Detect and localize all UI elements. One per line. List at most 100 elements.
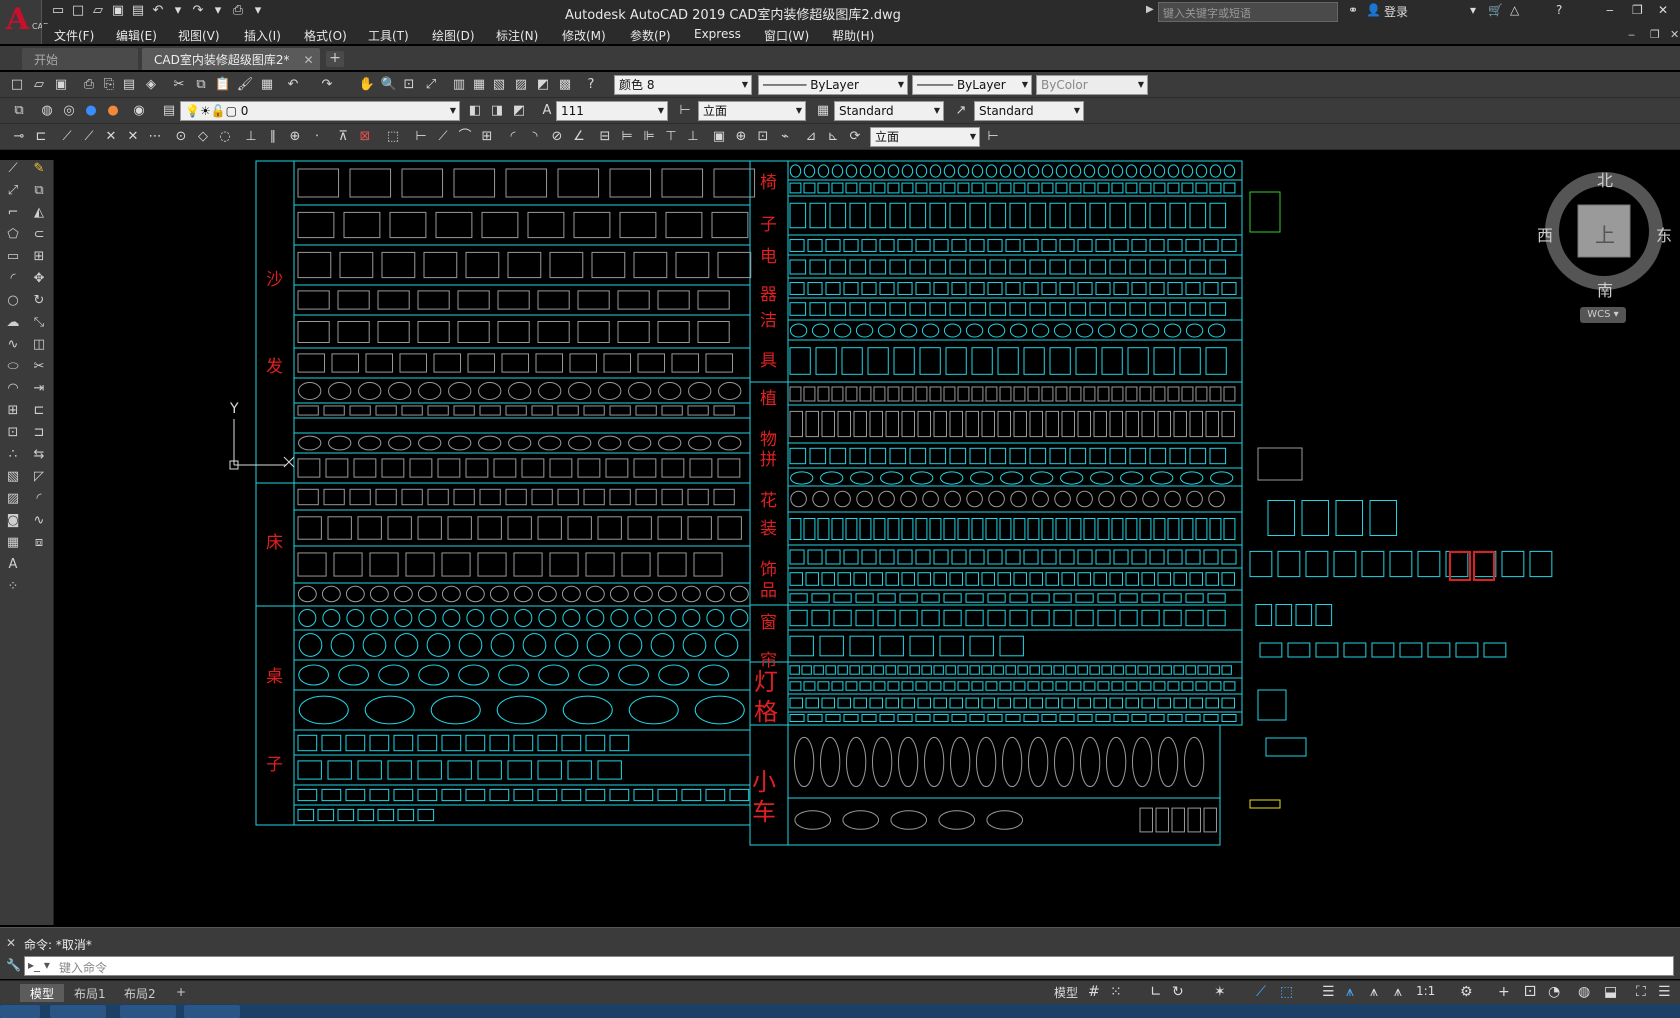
circle-icon[interactable]: ○ — [4, 292, 22, 310]
mirror-icon[interactable]: ◭ — [30, 204, 48, 222]
binoculars-icon[interactable]: ⚭ — [1348, 3, 1358, 17]
units-icon[interactable]: ⚀ — [1524, 984, 1536, 1000]
rectangle-icon[interactable]: ▭ — [4, 248, 22, 266]
text-style-combo[interactable]: 111 ▼ — [556, 101, 668, 121]
polygon-icon[interactable]: ⬠ — [4, 226, 22, 244]
render-icon[interactable]: ◉ — [130, 102, 148, 120]
offset-icon[interactable]: ⊂ — [30, 226, 48, 244]
help-icon[interactable]: ? — [1556, 3, 1562, 17]
dim-continue-icon[interactable]: ⊫ — [640, 128, 658, 146]
menu-insert[interactable]: 插入(I) — [244, 27, 281, 44]
chamfer-icon[interactable]: ◸ — [30, 468, 48, 486]
grid-icon[interactable]: # — [1088, 984, 1100, 1000]
snap-icon[interactable]: ⁙ — [1110, 984, 1122, 1000]
layout-tab-2[interactable]: 布局2 — [114, 984, 166, 1002]
trim-icon[interactable]: ✂ — [30, 358, 48, 376]
cmd-close-icon[interactable]: ✕ — [6, 936, 16, 950]
explode-icon[interactable]: ⧈ — [30, 534, 48, 552]
insert-block-icon[interactable]: ⊞ — [4, 402, 22, 420]
new-icon[interactable]: □ — [70, 3, 86, 19]
tool-palettes-icon[interactable]: ▧ — [490, 76, 508, 94]
fillet-icon[interactable]: ◜ — [30, 490, 48, 508]
object-snap-tracking-icon[interactable]: ⟋ — [1256, 984, 1266, 1000]
break-point-icon[interactable]: ⊏ — [30, 402, 48, 420]
doc-minimize-icon[interactable]: ‒ — [1628, 28, 1635, 41]
tolerance-icon[interactable]: ▣ — [710, 128, 728, 146]
menu-edit[interactable]: 编辑(E) — [116, 27, 157, 44]
multileader-style-icon[interactable]: ↗ — [952, 102, 970, 120]
copy-icon[interactable]: ⧉ — [192, 76, 210, 94]
xline-icon[interactable]: ⤢ — [4, 182, 22, 200]
taskbar-item[interactable] — [184, 1005, 240, 1018]
undo-icon[interactable]: ↶ — [150, 3, 166, 19]
dim-style-manager-icon[interactable]: ⊢ — [984, 128, 1002, 146]
spline-icon[interactable]: ∿ — [4, 336, 22, 354]
make-current-layer-icon[interactable]: ◧ — [466, 102, 484, 120]
ortho-icon[interactable]: ∟ — [1150, 984, 1162, 1000]
sheet-set-icon[interactable]: ▨ — [512, 76, 530, 94]
doc-restore-icon[interactable]: ❐ — [1650, 28, 1660, 41]
command-prompt-icon[interactable]: ▸_ ▾ — [28, 958, 50, 972]
viewcube-top-face[interactable]: 上 — [1595, 219, 1615, 248]
menu-draw[interactable]: 绘图(D) — [432, 27, 475, 44]
polar-icon[interactable]: ↻ — [1172, 984, 1184, 1000]
clean-screen-icon[interactable]: ⬓ — [1604, 984, 1617, 1000]
blend-icon[interactable]: ∿ — [30, 512, 48, 530]
lineweight-combo[interactable]: ───── ByLayer ▼ — [912, 75, 1032, 95]
dim-style-combo-2[interactable]: 立面 ▼ — [870, 127, 980, 147]
snap-perpendicular-icon[interactable]: ⊥ — [242, 128, 260, 146]
auto-scale-icon[interactable]: ⩚ — [1370, 984, 1378, 1000]
isolate-objects-icon[interactable]: ◔ — [1548, 984, 1560, 1000]
realistic-icon[interactable]: ● — [82, 102, 100, 120]
region-icon[interactable]: ◙ — [4, 512, 22, 530]
markup-icon[interactable]: ◩ — [534, 76, 552, 94]
design-center-icon[interactable]: ▦ — [470, 76, 488, 94]
color-combo[interactable]: 颜色 8 ▼ — [614, 75, 752, 95]
customize-qa-icon[interactable]: ▾ — [250, 3, 266, 19]
exchange-icon[interactable]: △ — [1510, 3, 1519, 17]
layer-properties-icon[interactable]: ⧉ — [10, 102, 28, 120]
dim-diameter-icon[interactable]: ⊘ — [548, 128, 566, 146]
saveas-icon[interactable]: ▤ — [130, 3, 146, 19]
pan-icon[interactable]: ✋ — [358, 76, 376, 94]
drawing-canvas[interactable]: 沙发床桌子椅子电器洁具植物拼花装饰品窗帘灯格小车 北 南 西 东 上 WCS ▾… — [56, 157, 1680, 927]
restore-icon[interactable]: ❐ — [1632, 3, 1643, 17]
dim-style-combo[interactable]: 立面 ▼ — [698, 101, 806, 121]
annotation-scale-icon[interactable]: ⩚ — [1394, 984, 1402, 1000]
snap-midpoint-icon[interactable]: ⟋ — [80, 128, 98, 146]
layer-previous-icon[interactable]: ◨ — [488, 102, 506, 120]
isodraft-icon[interactable]: ✶ — [1214, 984, 1226, 1000]
search-arrow-icon[interactable]: ▶ — [1146, 4, 1154, 15]
zoom-previous-icon[interactable]: ⤢ — [422, 76, 440, 94]
text-style-icon[interactable]: A — [538, 102, 556, 120]
menu-dimension[interactable]: 标注(N) — [496, 27, 538, 44]
plotstyle-combo[interactable]: ByColor ▼ — [1036, 75, 1148, 95]
menu-modify[interactable]: 修改(M) — [562, 27, 606, 44]
viewcube[interactable]: 北 南 西 东 上 WCS ▾ — [1534, 165, 1674, 323]
block-editor-icon[interactable]: ▦ — [258, 76, 276, 94]
extend-icon[interactable]: ⇥ — [30, 380, 48, 398]
menu-file[interactable]: 文件(F) — [54, 27, 94, 44]
hardware-accel-icon[interactable]: ◍ — [1578, 984, 1590, 1000]
break-icon[interactable]: ⊐ — [30, 424, 48, 442]
login-dropdown-icon[interactable]: ▾ — [1470, 3, 1476, 17]
snap-tangent-icon[interactable]: ◌ — [216, 128, 234, 146]
menu-format[interactable]: 格式(O) — [304, 27, 347, 44]
save-icon[interactable]: ▣ — [52, 76, 70, 94]
dim-text-edit-icon[interactable]: ⊾ — [824, 128, 842, 146]
array-icon[interactable]: ⊞ — [30, 248, 48, 266]
zoom-realtime-icon[interactable]: 🔍 — [380, 76, 398, 94]
cmd-customize-icon[interactable]: 🔧 — [6, 958, 21, 972]
move-icon[interactable]: ✥ — [30, 270, 48, 288]
layout-tab-model[interactable]: 模型 — [20, 984, 65, 1002]
dim-style-icon[interactable]: ⊢ — [676, 102, 694, 120]
publish-icon[interactable]: ▤ — [120, 76, 138, 94]
dim-baseline-icon[interactable]: ⊨ — [618, 128, 636, 146]
stretch-icon[interactable]: ◫ — [30, 336, 48, 354]
snap-none-icon[interactable]: ⊠ — [356, 128, 374, 146]
viewcube-west[interactable]: 西 — [1537, 222, 1553, 246]
model-space-button[interactable]: 模型 — [1054, 984, 1078, 1001]
undo-icon[interactable]: ↶ — [284, 76, 302, 94]
add-selected-icon[interactable]: ⁘ — [4, 578, 22, 596]
fullscreen-icon[interactable]: ⛶ — [1636, 984, 1646, 1000]
